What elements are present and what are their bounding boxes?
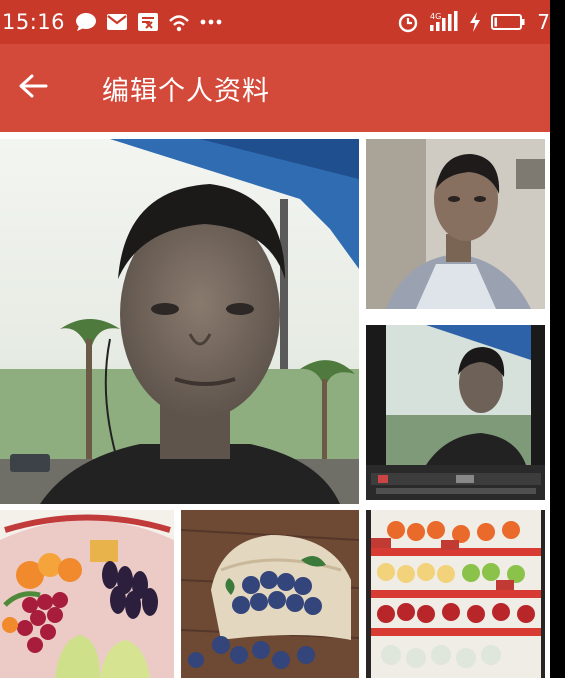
status-notification-icons [75,12,223,32]
network-label: 4G [430,12,441,21]
photo-4[interactable] [0,510,174,678]
back-button[interactable] [0,44,66,132]
status-time: 15:16 [2,10,66,34]
photo-6[interactable] [366,510,545,678]
signal-4g-icon: 4G [429,11,459,33]
main-photo[interactable] [0,139,359,504]
back-arrow-icon [18,73,48,103]
chat-bubble-icon [75,12,97,32]
reader-icon [137,12,159,32]
photo-grid [0,132,550,678]
battery-icon [491,13,525,31]
app-screen: 15:16 4G 7 编辑个人资料 [0,0,550,678]
status-system-icons: 4G 7 [397,10,550,34]
wifi-icon [168,12,190,32]
app-toolbar: 编辑个人资料 [0,44,550,132]
charging-bolt-icon [469,11,481,33]
page-title: 编辑个人资料 [102,75,270,107]
mail-icon [106,12,128,32]
status-bar: 15:16 4G 7 [0,0,550,44]
more-dots-icon [199,12,223,32]
photo-2[interactable] [366,139,545,309]
alarm-clock-icon [397,11,419,33]
battery-level: 7 [537,10,550,34]
photo-5[interactable] [181,510,359,678]
photo-3[interactable] [366,325,545,500]
